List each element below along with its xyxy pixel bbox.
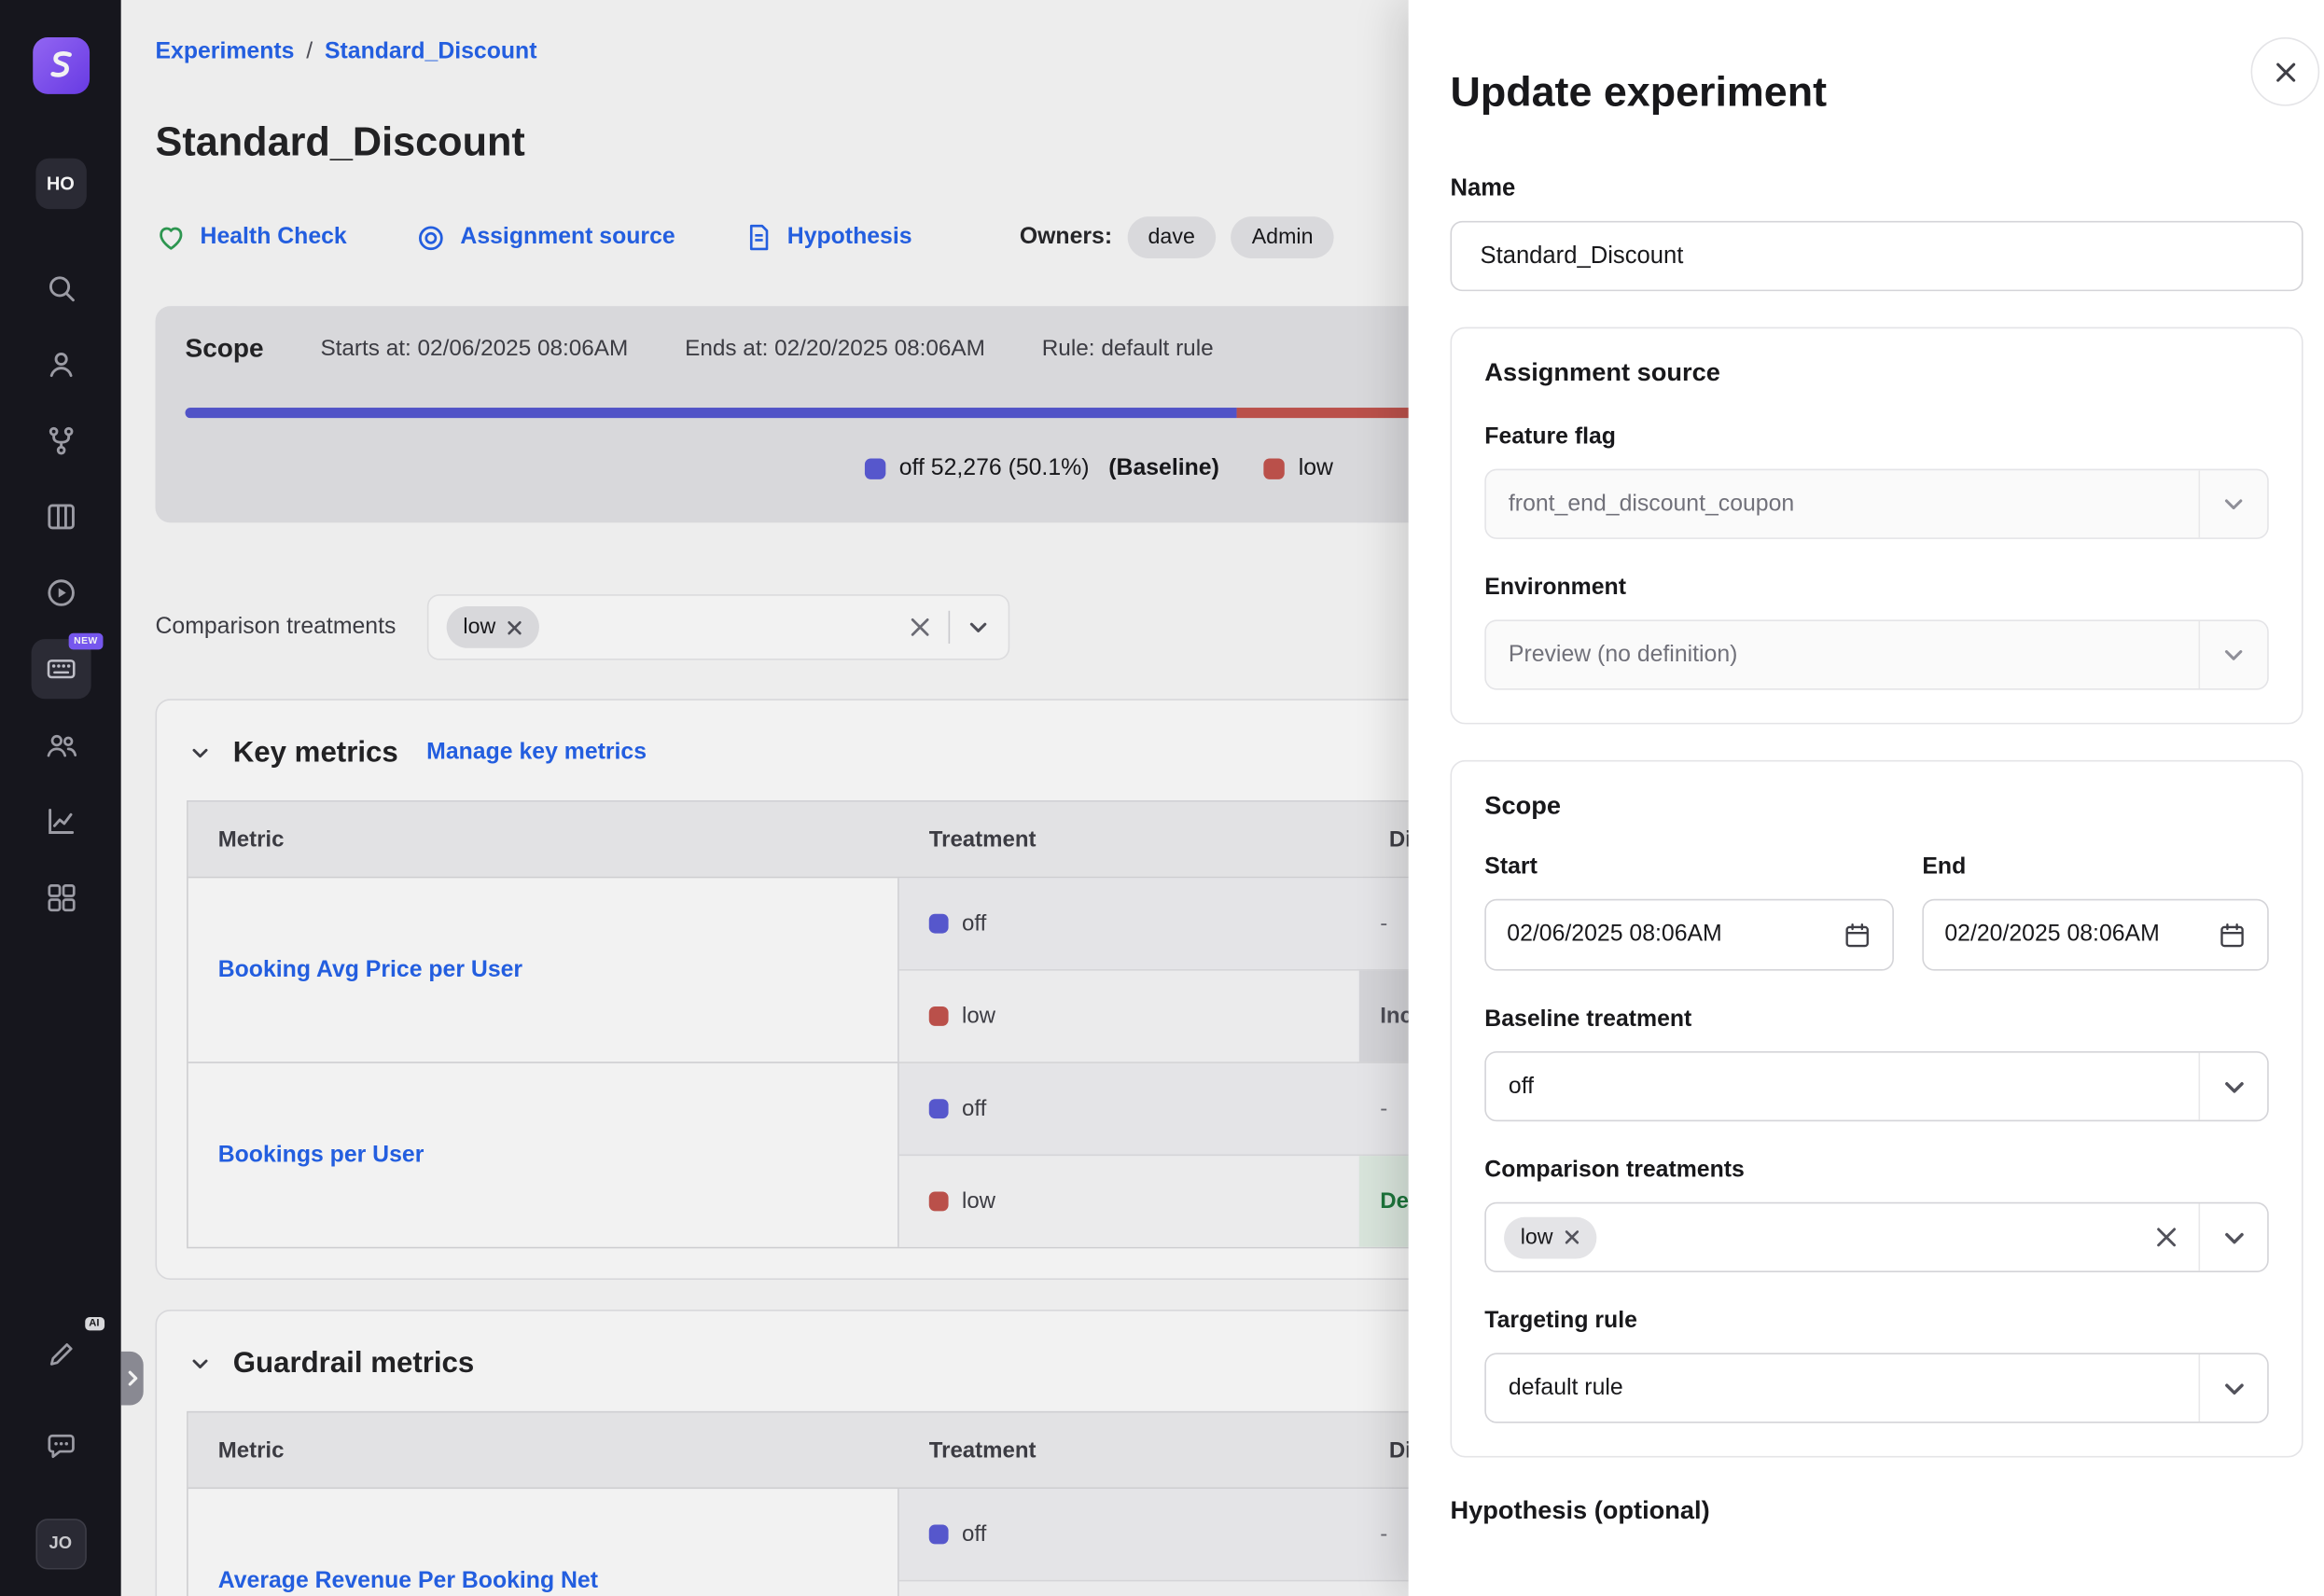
chevron-down-icon [2221, 642, 2247, 667]
experiment-name-input[interactable] [1450, 221, 2303, 291]
targeting-rule-select[interactable]: default rule [1484, 1353, 2268, 1423]
targeting-rule-label: Targeting rule [1484, 1308, 2268, 1335]
treatment-chip-low[interactable]: low [1504, 1216, 1596, 1258]
close-icon [2273, 59, 2298, 84]
environment-select[interactable]: Preview (no definition) [1484, 619, 2268, 689]
drawer-title: Update experiment [1450, 69, 2303, 117]
update-experiment-drawer: Update experiment Name Assignment source… [1409, 0, 2324, 1596]
start-label: Start [1484, 854, 1894, 881]
hypothesis-optional-label: Hypothesis (optional) [1450, 1496, 2303, 1526]
environment-label: Environment [1484, 575, 2268, 602]
app-canvas: HO [0, 0, 2324, 1596]
clear-selection-icon[interactable] [2153, 1225, 2178, 1250]
baseline-treatment-select[interactable]: off [1484, 1051, 2268, 1121]
chip-remove-icon[interactable] [1564, 1229, 1580, 1246]
end-date-input[interactable]: 02/20/2025 08:06AM [1922, 899, 2268, 971]
calendar-icon [1844, 921, 1872, 949]
baseline-treatment-label: Baseline treatment [1484, 1006, 2268, 1034]
chevron-down-icon [2220, 1375, 2247, 1402]
scope-panel-title: Scope [1484, 791, 2268, 821]
name-label: Name [1450, 176, 2303, 203]
screen: HO [0, 0, 2324, 1596]
end-label: End [1922, 854, 2268, 881]
assignment-source-title: Assignment source [1484, 358, 2268, 388]
feature-flag-select[interactable]: front_end_discount_coupon [1484, 469, 2268, 539]
assignment-source-panel: Assignment source Feature flag front_end… [1450, 327, 2303, 725]
chevron-down-icon [2220, 1224, 2247, 1251]
feature-flag-label: Feature flag [1484, 424, 2268, 451]
chevron-down-icon [2220, 1073, 2247, 1100]
close-drawer-button[interactable] [2251, 37, 2320, 106]
calendar-icon [2218, 921, 2246, 949]
comparison-treatments-label: Comparison treatments [1484, 1158, 2268, 1185]
comparison-treatments-multiselect[interactable]: low [1484, 1202, 2268, 1272]
scope-panel: Scope Start 02/06/2025 08:06AM End [1450, 760, 2303, 1458]
start-date-input[interactable]: 02/06/2025 08:06AM [1484, 899, 1894, 971]
chevron-down-icon [2221, 492, 2247, 517]
